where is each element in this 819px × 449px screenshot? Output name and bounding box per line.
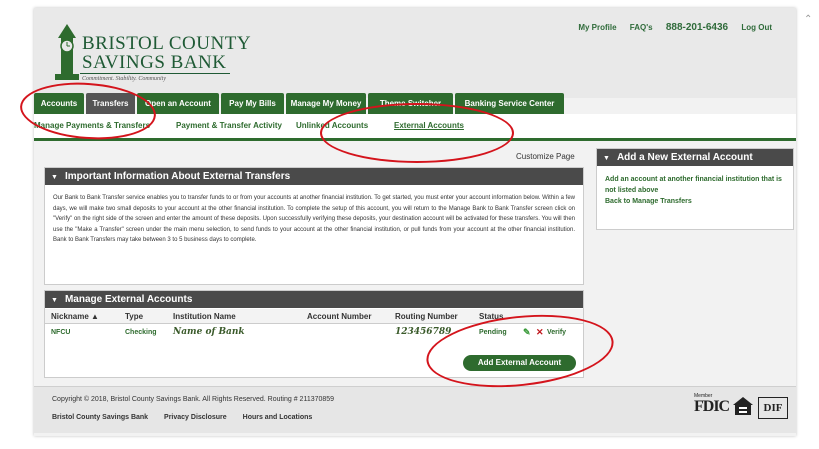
equal-housing-icon xyxy=(733,397,753,415)
site-footer: Copyright © 2018, Bristol County Savings… xyxy=(34,386,796,433)
row-routing: 123456789 xyxy=(395,327,452,337)
collapse-triangle-icon[interactable]: ▼ xyxy=(603,155,610,162)
clock-tower-icon xyxy=(55,24,79,80)
footer-link-privacy[interactable]: Privacy Disclosure xyxy=(164,414,227,421)
customize-page-link[interactable]: Customize Page xyxy=(516,152,575,161)
back-to-transfers-link[interactable]: Back to Manage Transfers xyxy=(605,196,785,207)
logo-rule xyxy=(80,73,230,74)
insurance-badges: Member FDIC DIF xyxy=(694,393,790,421)
tab-pay-my-bills[interactable]: Pay My Bills xyxy=(221,93,284,114)
col-type: Type xyxy=(125,312,144,321)
info-panel-title: Important Information About External Tra… xyxy=(64,171,291,182)
col-routing-number: Routing Number xyxy=(395,312,458,321)
top-links: My Profile FAQ's 888-201-6436 Log Out xyxy=(567,22,772,33)
collapse-triangle-icon[interactable]: ▼ xyxy=(51,297,58,304)
phone-number: 888-201-6436 xyxy=(665,22,729,33)
footer-link-hours[interactable]: Hours and Locations xyxy=(243,414,313,421)
side-panel-header[interactable]: ▼ Add a New External Account xyxy=(597,149,793,166)
my-profile-link[interactable]: My Profile xyxy=(578,23,616,32)
row-type: Checking xyxy=(125,329,157,336)
manage-panel-header[interactable]: ▼ Manage External Accounts xyxy=(45,291,583,308)
scroll-up-icon[interactable]: ⌃ xyxy=(804,14,812,25)
col-nickname[interactable]: Nickname ▲ xyxy=(51,312,99,321)
col-account-number: Account Number xyxy=(307,312,372,321)
add-account-link[interactable]: Add an account at another financial inst… xyxy=(605,174,785,196)
side-panel-links: Add an account at another financial inst… xyxy=(597,166,793,215)
dif-logo: DIF xyxy=(758,397,788,419)
subnav-payment-activity[interactable]: Payment & Transfer Activity xyxy=(176,121,282,130)
logout-link[interactable]: Log Out xyxy=(741,23,772,32)
footer-links: Bristol County Savings Bank Privacy Disc… xyxy=(52,414,326,421)
annotation-circle-external-accounts xyxy=(320,103,514,163)
browser-page: BRISTOL COUNTY SAVINGS BANK Commitment. … xyxy=(34,8,796,436)
row-institution: Name of Bank xyxy=(173,327,245,337)
manage-panel-title: Manage External Accounts xyxy=(64,294,193,305)
bank-logo[interactable]: BRISTOL COUNTY SAVINGS BANK Commitment. … xyxy=(52,22,251,92)
faqs-link[interactable]: FAQ's xyxy=(630,23,653,32)
side-panel-title: Add a New External Account xyxy=(616,152,753,163)
footer-link-bank[interactable]: Bristol County Savings Bank xyxy=(52,414,148,421)
col-institution: Institution Name xyxy=(173,312,236,321)
bank-name-line2: SAVINGS BANK xyxy=(82,52,227,73)
copyright-text: Copyright © 2018, Bristol County Savings… xyxy=(52,396,335,403)
site-header: BRISTOL COUNTY SAVINGS BANK Commitment. … xyxy=(34,8,796,98)
bank-tagline: Commitment. Stability. Community xyxy=(82,76,166,82)
add-new-external-account-panel: ▼ Add a New External Account Add an accou… xyxy=(596,148,794,230)
info-panel: ▼ Important Information About External Tr… xyxy=(44,167,584,285)
fdic-logo: FDIC xyxy=(694,398,730,415)
row-nickname: NFCU xyxy=(51,329,71,336)
info-panel-body: Our Bank to Bank Transfer service enable… xyxy=(53,195,575,244)
info-panel-header[interactable]: ▼ Important Information About External Tr… xyxy=(45,168,583,185)
collapse-triangle-icon[interactable]: ▼ xyxy=(51,174,58,181)
